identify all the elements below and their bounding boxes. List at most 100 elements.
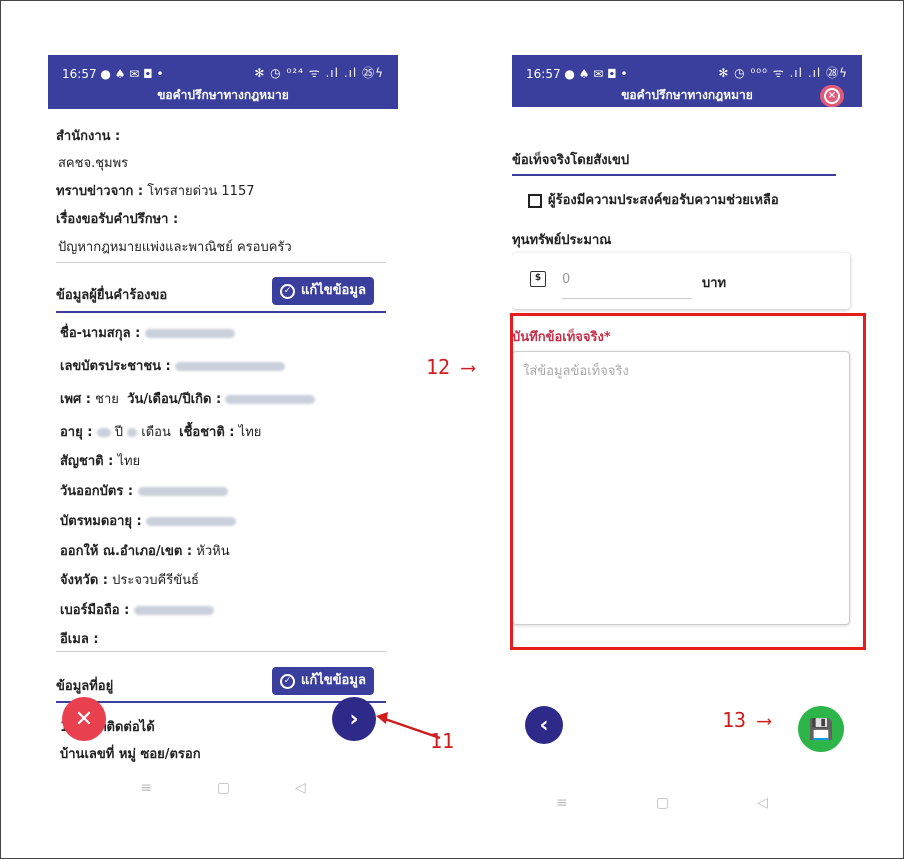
issued-at-value: หัวหิน [196,544,230,559]
age-label: อายุ : [60,425,93,440]
back-fab-button[interactable]: ‹ [525,706,563,744]
back-nav-icon[interactable]: ◁ [295,780,306,796]
province-value: ประจวบคีรีขันธ์ [112,573,199,588]
nationality-label: สัญชาติ : [60,454,114,469]
annotation-11-number: 11 [430,729,455,753]
close-icon: ✕ [74,706,94,732]
android-nav-bar: ≡ ▢ ◁ [512,795,812,811]
save-fab-button[interactable]: 💾 [798,706,844,752]
age-year-unit: ปี [114,425,123,440]
address-section-title: ข้อมูลที่อยู่ [56,679,114,694]
assist-checkbox-label: ผู้ร้องมีความประสงค์ขอรับความช่วยเหลือ [548,193,779,208]
source-label: ทราบข่าวจาก : [56,184,144,199]
divider [56,651,386,652]
chevron-left-icon: ‹ [539,712,549,738]
close-circle-icon: × [824,88,840,104]
capital-card: $ 0 บาท [512,253,850,309]
gender-dob-row: เพศ : ชาย วัน/เดือน/ปีเกิด : [60,388,316,409]
province-label: จังหวัด : [60,573,109,588]
assist-checkbox[interactable] [528,193,542,208]
money-icon: $ [530,271,546,287]
capital-input[interactable]: 0 [562,272,692,299]
edit-icon: ✓ [280,283,295,299]
dob-label: วัน/เดือน/ปีเกิด : [127,392,222,407]
arrow-right-icon: ⟶ [450,355,475,379]
office-label: สำนักงาน : [56,129,121,144]
phone-row: เบอร์มือถือ : [60,599,214,620]
annotation-12: 12 ⟶ [426,355,474,379]
gender-label: เพศ : [60,392,91,407]
page-title: ขอคำปรึกษาทางกฎหมาย [48,85,398,109]
menu-nav-icon[interactable]: ≡ [140,780,152,796]
issue-row: วันออกบัตร : [60,480,228,501]
issued-at-row: ออกให้ ณ.อำเภอ/เขต : หัวหิน [60,540,230,561]
notification-icons: ● ♠ ✉ ◘ • [100,67,164,81]
divider [56,262,386,263]
clock: 16:57 [526,67,561,81]
back-nav-icon[interactable]: ◁ [757,795,768,811]
issue-label: วันออกบัตร : [60,484,134,499]
redacted-age-year [96,428,111,437]
name-label: ชื่อ-นามสกุล : [60,326,141,341]
redacted-issue-date [137,487,228,496]
redacted-expire-date [146,517,237,526]
clock: 16:57 [62,67,97,81]
applicant-section-title: ข้อมูลผู้ยื่นคำร้องขอ [56,288,168,303]
section-underline [512,174,836,176]
source-row: ทราบข่าวจาก : โทรสายด่วน 1157 [56,180,254,201]
chevron-right-icon: › [349,706,359,732]
page-title-bar: ขอคำปรึกษาทางกฎหมาย × [512,85,862,107]
topic-label: เรื่องขอรับคำปรึกษา : [56,212,179,227]
expire-row: บัตรหมดอายุ : [60,510,237,531]
close-button[interactable]: × [820,85,844,107]
status-bar: 16:57 ● ♠ ✉ ◘ • ✻ ◷ ⁰²⁴ ᯤ .ıl .ıl ㉕ϟ [48,55,398,85]
race-value: ไทย [238,425,262,440]
edit-address-label: แก้ไขข้อมูล [301,673,366,688]
age-month-unit: เดือน [141,425,171,440]
system-icons: ✻ ◷ ⁰²⁴ ᯤ .ıl .ıl ㉕ϟ [254,66,384,80]
nationality-row: สัญชาติ : ไทย [60,450,140,471]
expire-label: บัตรหมดอายุ : [60,514,142,529]
gender-value: ชาย [95,392,119,407]
redacted-phone [133,606,214,615]
email-label: อีเมล : [60,632,99,647]
house-labels: บ้านเลขที่ หมู่ ซอย/ตรอก [60,747,201,762]
currency-label: บาท [702,276,727,291]
status-bar: 16:57 ● ♠ ✉ ◘ • ✻ ◷ ⁰⁰⁰ ᯤ .ıl .ıl ㉘ϟ [512,55,862,85]
race-label: เชื้อชาติ : [179,425,235,440]
redacted-id [175,362,286,371]
home-nav-icon[interactable]: ▢ [217,780,230,796]
section-underline [56,311,386,313]
home-nav-icon[interactable]: ▢ [656,795,669,811]
edit-applicant-label: แก้ไขข้อมูล [301,283,366,298]
age-row: อายุ : ปี เดือน เชื้อชาติ : ไทย [60,421,261,442]
annotation-13-number: 13 [722,708,747,732]
close-fab-button[interactable]: ✕ [62,697,106,741]
system-icons: ✻ ◷ ⁰⁰⁰ ᯤ .ıl .ıl ㉘ϟ [718,66,848,80]
province-row: จังหวัด : ประจวบคีรีขันธ์ [60,569,199,590]
issued-at-label: ออกให้ ณ.อำเภอ/เขต : [60,544,193,559]
id-row: เลขบัตรประชาชน : [60,355,286,376]
assist-checkbox-row[interactable]: ผู้ร้องมีความประสงค์ขอรับความช่วยเหลือ [528,189,779,210]
facts-section-title: ข้อเท็จจริงโดยสังเขป [512,153,630,168]
save-icon: 💾 [808,717,834,741]
topic-value: ปัญหากฎหมายแพ่งและพาณิชย์ ครอบครัว [58,240,292,255]
redacted-name [144,329,235,338]
left-phone-screen: 16:57 ● ♠ ✉ ◘ • ✻ ◷ ⁰²⁴ ᯤ .ıl .ıl ㉕ϟ ขอค… [48,55,398,815]
edit-applicant-button[interactable]: ✓ แก้ไขข้อมูล [272,277,374,305]
phone-label: เบอร์มือถือ : [60,603,130,618]
highlight-box [510,313,866,650]
section-underline [56,701,386,703]
menu-nav-icon[interactable]: ≡ [556,795,568,811]
arrow-right-icon: ⟶ [746,708,771,732]
source-value: โทรสายด่วน 1157 [147,184,255,199]
edit-address-button[interactable]: ✓ แก้ไขข้อมูล [272,667,374,695]
android-nav-bar: ≡ ▢ ◁ [108,780,338,796]
annotation-13: 13 ⟶ [722,708,770,732]
redacted-age-month [127,428,138,437]
annotation-12-number: 12 [426,355,451,379]
notification-icons: ● ♠ ✉ ◘ • [564,67,628,81]
page-title: ขอคำปรึกษาทางกฎหมาย [621,88,753,102]
edit-icon: ✓ [280,673,295,689]
id-label: เลขบัตรประชาชน : [60,359,171,374]
